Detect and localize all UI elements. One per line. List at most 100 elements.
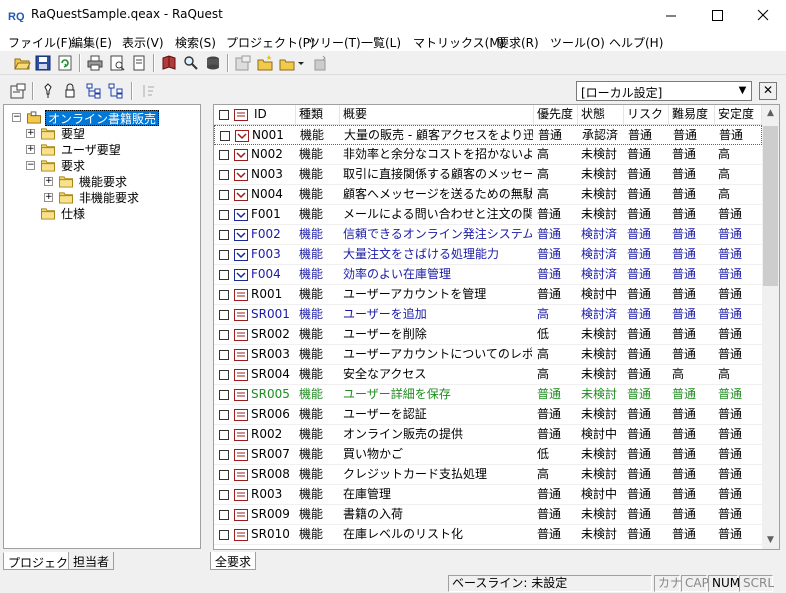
- tree-node-label[interactable]: 要求: [59, 158, 87, 174]
- table-row[interactable]: SR002 機能 ユーザーを削除低未検討 普通 普通 普通: [214, 325, 762, 345]
- row-checkbox[interactable]: [219, 210, 229, 220]
- print-icon[interactable]: [86, 54, 104, 72]
- table-row[interactable]: SR006 機能 ユーザーを認証 普通 未検討 普通 普通 普通: [214, 405, 762, 425]
- table-row[interactable]: F001 機能 メールによる問い合わせと注文の関... 普通 未検討 普通 普通 普通: [214, 205, 762, 225]
- table-row[interactable]: R002 機能 オンライン販売の提供 普通 検討中 普通 普通 普通: [214, 425, 762, 445]
- lock-icon[interactable]: [61, 82, 79, 100]
- menu-item[interactable]: ツリー(T): [308, 34, 361, 51]
- collapse-icon[interactable]: −: [12, 113, 21, 122]
- menu-item[interactable]: マトリックス(M): [413, 34, 504, 51]
- project-tree[interactable]: − オンライン書籍販売 + 要望 + ユーザ要望 − 要求 + 機能要求 + 非機能要求 仕様: [3, 104, 201, 549]
- table-row[interactable]: SR001 機能 ユーザーを追加高検討済 普通 普通 普通: [214, 305, 762, 325]
- row-checkbox[interactable]: [219, 330, 229, 340]
- refresh-icon[interactable]: [56, 54, 74, 72]
- minimize-button[interactable]: [648, 0, 694, 31]
- row-checkbox[interactable]: [219, 490, 229, 500]
- row-checkbox[interactable]: [220, 131, 230, 141]
- print-preview-icon[interactable]: [108, 54, 126, 72]
- table-row[interactable]: SR007 機能 買い物かご低未検討 普通 普通 普通: [214, 445, 762, 465]
- database-icon[interactable]: [204, 54, 222, 72]
- expand-icon[interactable]: +: [44, 193, 53, 202]
- scroll-thumb[interactable]: [763, 126, 778, 286]
- scroll-up-icon[interactable]: ▲: [762, 105, 779, 122]
- table-row[interactable]: R001 機能 ユーザーアカウントを管理 普通 検討中 普通 普通 普通: [214, 285, 762, 305]
- view-setting-select[interactable]: [ローカル設定] ▼: [576, 81, 752, 101]
- tab-assignee[interactable]: 担当者: [68, 552, 115, 570]
- header-checkbox[interactable]: [219, 110, 229, 120]
- page-setup-icon[interactable]: [130, 54, 148, 72]
- row-checkbox[interactable]: [219, 510, 229, 520]
- row-checkbox[interactable]: [219, 150, 229, 160]
- row-checkbox[interactable]: [219, 250, 229, 260]
- scroll-down-icon[interactable]: ▼: [762, 532, 779, 549]
- pin-icon[interactable]: [39, 82, 57, 100]
- menu-item[interactable]: 表示(V): [122, 34, 164, 51]
- chevron-down-icon[interactable]: ▼: [734, 82, 751, 100]
- table-row[interactable]: N002機能非効率と余分なコストを招かないよう...高未検討普通普通高: [214, 145, 762, 165]
- tree-node-label[interactable]: オンライン書籍販売: [45, 110, 160, 126]
- menu-item[interactable]: 編集(E): [71, 34, 112, 51]
- dropdown-arrow-icon[interactable]: [297, 54, 305, 72]
- new-item-icon[interactable]: [278, 54, 296, 72]
- table-row[interactable]: R003 機能 在庫管理 普通 検討中 普通 普通 普通: [214, 485, 762, 505]
- table-row[interactable]: SR009 機能 書籍の入荷 普通 未検討 普通 普通 普通: [214, 505, 762, 525]
- row-checkbox[interactable]: [219, 350, 229, 360]
- settings-icon[interactable]: [311, 54, 329, 72]
- row-checkbox[interactable]: [219, 410, 229, 420]
- column-header[interactable]: 概要: [340, 105, 534, 125]
- new-folder-icon[interactable]: [256, 54, 274, 72]
- tree-node-label[interactable]: 非機能要求: [77, 190, 141, 206]
- row-checkbox[interactable]: [219, 390, 229, 400]
- column-header[interactable]: 優先度: [534, 105, 578, 125]
- expand-icon[interactable]: +: [44, 177, 53, 186]
- search-icon[interactable]: [182, 54, 200, 72]
- save-icon[interactable]: [34, 54, 52, 72]
- column-header[interactable]: 状態: [578, 105, 624, 125]
- menu-item[interactable]: ファイル(F): [8, 34, 72, 51]
- row-checkbox[interactable]: [219, 370, 229, 380]
- tree-node-label[interactable]: 機能要求: [77, 174, 129, 190]
- table-row[interactable]: N003 機能 取引に直接関係する顧客のメッセー... 高未検討 普通 普通高: [214, 165, 762, 185]
- tree-collapse-icon[interactable]: [107, 82, 125, 100]
- expand-icon[interactable]: +: [26, 145, 35, 154]
- table-row[interactable]: SR008 機能 クレジットカード支払処理高未検討 普通 普通 普通: [214, 465, 762, 485]
- menu-item[interactable]: ヘルプ(H): [609, 34, 663, 51]
- menu-item[interactable]: ツール(O): [550, 34, 605, 51]
- menu-item[interactable]: 検索(S): [175, 34, 216, 51]
- tree-node-label[interactable]: 仕様: [59, 206, 87, 222]
- row-checkbox[interactable]: [219, 450, 229, 460]
- row-checkbox[interactable]: [219, 230, 229, 240]
- column-header[interactable]: 難易度: [669, 105, 715, 125]
- table-row[interactable]: F002 機能 信頼できるオンライン発注システム... 普通 検討済 普通 普通 普通: [214, 225, 762, 245]
- properties-icon[interactable]: [234, 54, 252, 72]
- row-checkbox[interactable]: [219, 190, 229, 200]
- tree-expand-icon[interactable]: [85, 82, 103, 100]
- open-icon[interactable]: [13, 54, 31, 72]
- tree-node-label[interactable]: 要望: [59, 126, 87, 142]
- table-row[interactable]: SR004 機能 安全なアクセス 高 未検討 普通 高 高: [214, 365, 762, 385]
- menu-item[interactable]: 一覧(L): [361, 34, 401, 51]
- close-view-button[interactable]: ✕: [759, 82, 777, 100]
- column-header[interactable]: ID: [251, 105, 296, 125]
- table-row[interactable]: SR005 機能 ユーザー詳細を保存 普通 未検討 普通 普通 普通: [214, 385, 762, 405]
- table-row[interactable]: SR003 機能 ユーザーアカウントについてのレポ... 高未検討 普通 普通 普通: [214, 345, 762, 365]
- column-header[interactable]: 種類: [296, 105, 340, 125]
- row-checkbox[interactable]: [219, 430, 229, 440]
- row-checkbox[interactable]: [219, 310, 229, 320]
- table-row[interactable]: SR010 機能 在庫レベルのリスト化 普通 未検討 普通 普通 普通: [214, 525, 762, 545]
- row-checkbox[interactable]: [219, 270, 229, 280]
- row-checkbox[interactable]: [219, 170, 229, 180]
- table-row[interactable]: F004 機能 効率のよい在庫管理 普通 検討済 普通 普通 普通: [214, 265, 762, 285]
- book-icon[interactable]: [160, 54, 178, 72]
- table-row[interactable]: F003 機能 大量注文をさばける処理能力 普通 検討済 普通 普通 普通: [214, 245, 762, 265]
- properties-icon[interactable]: [9, 82, 27, 100]
- row-checkbox[interactable]: [219, 530, 229, 540]
- maximize-button[interactable]: [694, 0, 740, 31]
- expand-icon[interactable]: +: [26, 129, 35, 138]
- column-header[interactable]: リスク: [624, 105, 669, 125]
- tree-node-label[interactable]: ユーザ要望: [59, 142, 123, 158]
- close-button[interactable]: [740, 0, 786, 31]
- tab-all-requirements[interactable]: 全要求: [210, 552, 257, 570]
- column-header[interactable]: 安定度: [715, 105, 762, 125]
- collapse-icon[interactable]: −: [26, 161, 35, 170]
